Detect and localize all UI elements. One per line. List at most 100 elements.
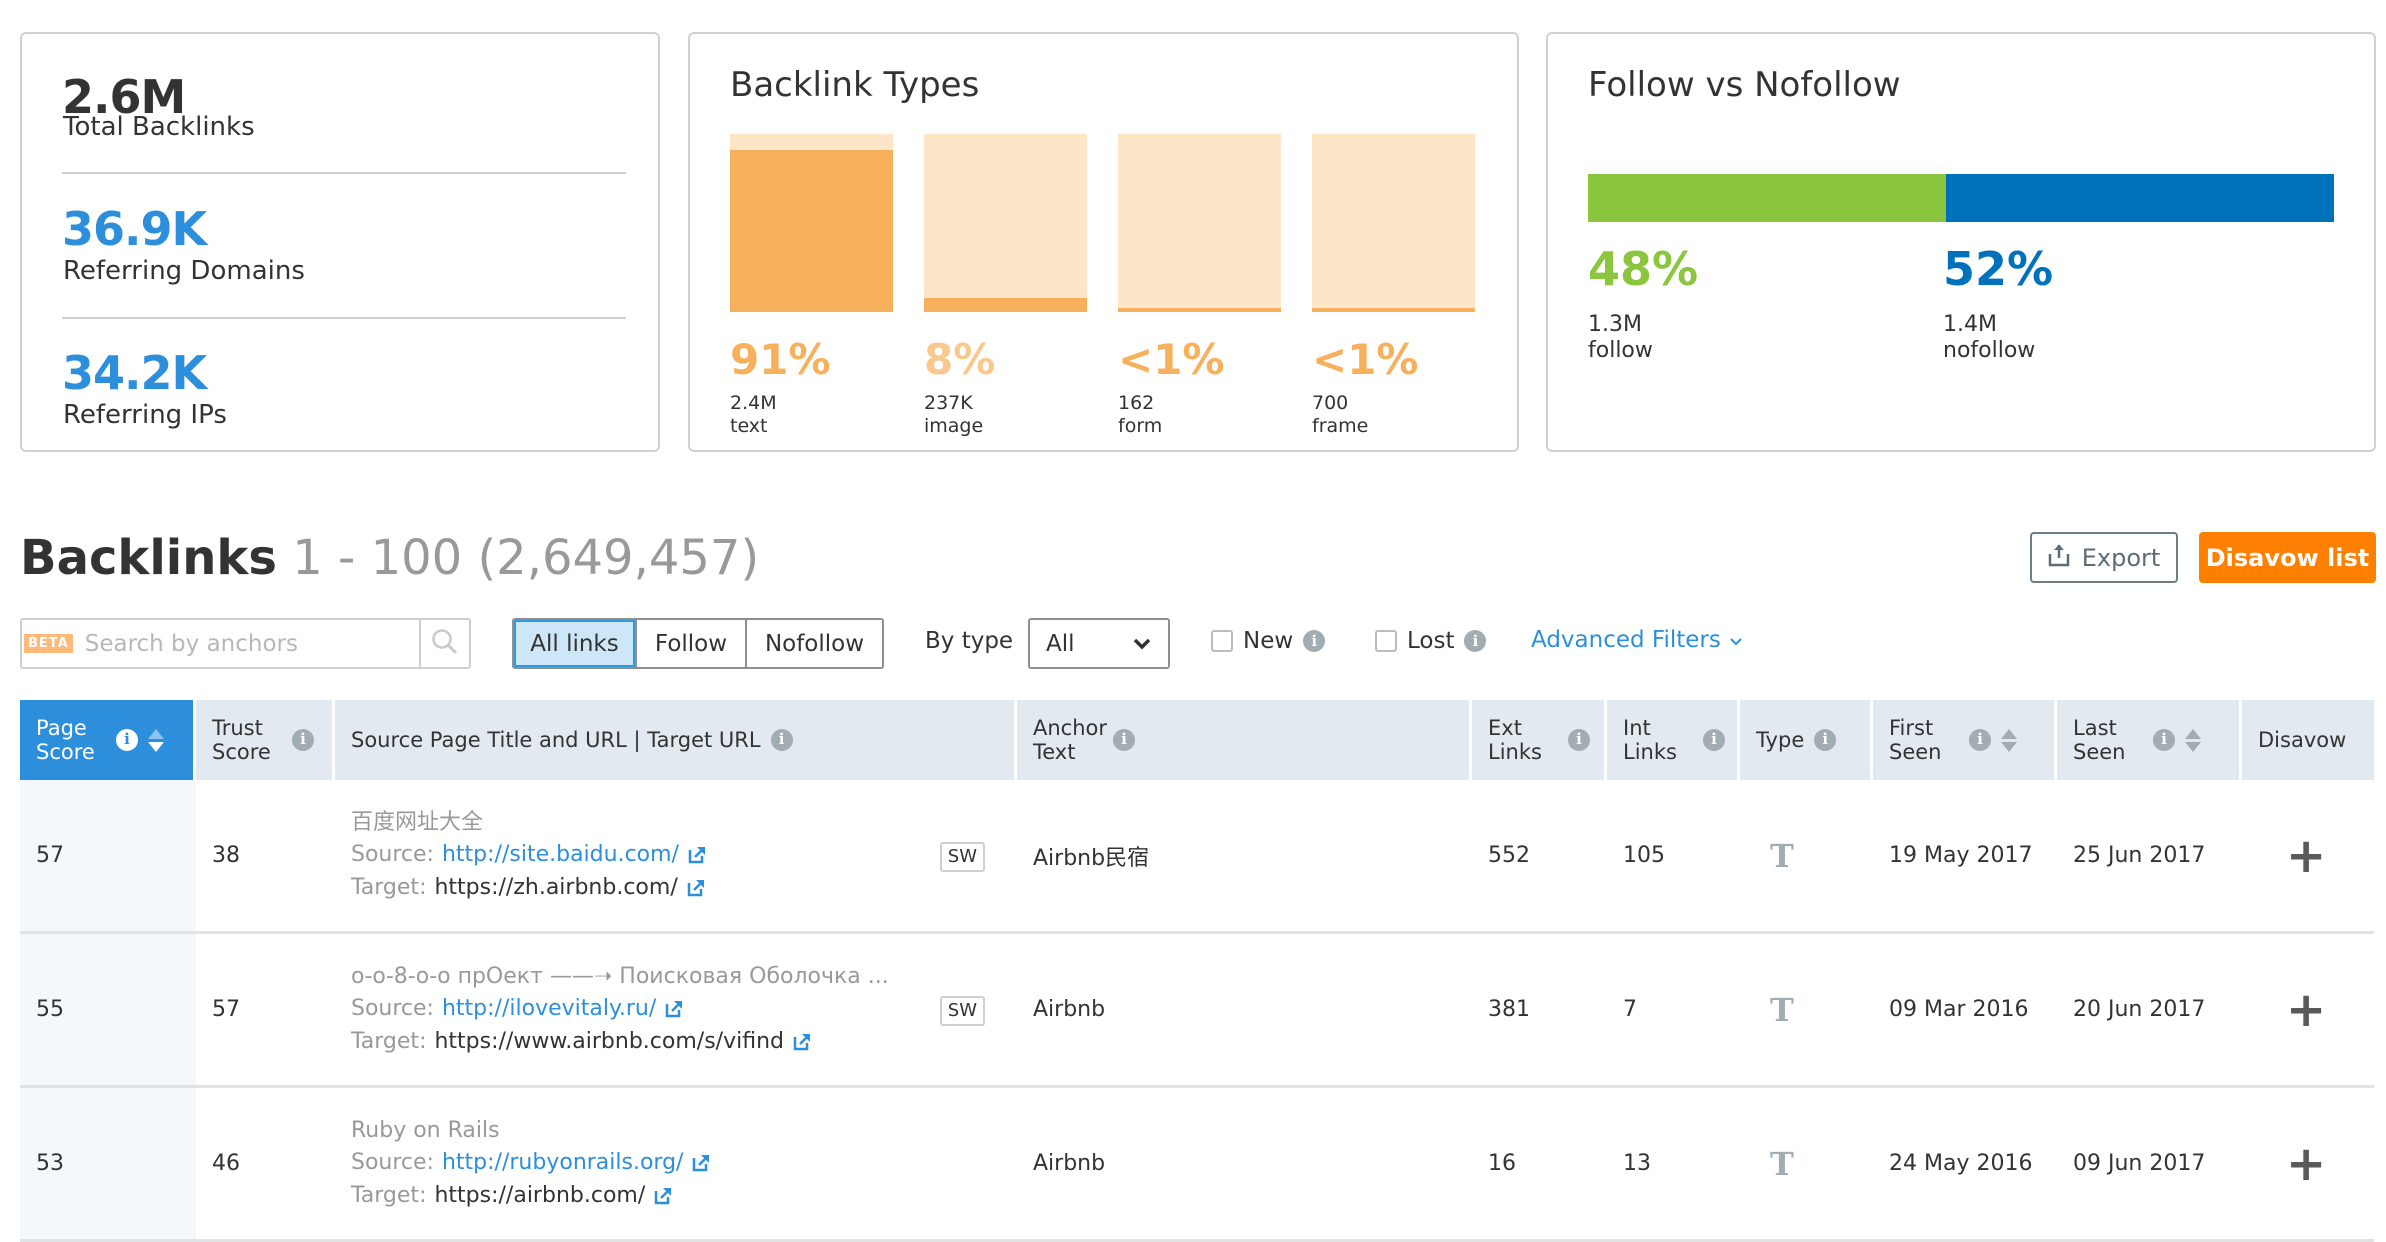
disavow-list-button[interactable]: Disavow list [2199, 532, 2376, 583]
advanced-filters-label: Advanced Filters [1531, 627, 1721, 653]
external-link-icon[interactable] [792, 1032, 812, 1052]
sw-badge[interactable]: SW [939, 842, 985, 872]
referring-domains-value[interactable]: 36.9K [62, 206, 207, 252]
type-bar-fill [730, 150, 893, 312]
follow-count: 1.3M [1588, 312, 1642, 337]
external-link-icon[interactable] [686, 878, 706, 898]
type-bar-track [1118, 134, 1281, 312]
follow-stat: 48% 1.3M follow [1588, 246, 1698, 365]
by-type-select[interactable]: All [1028, 618, 1170, 669]
source-url-link[interactable]: http://site.baidu.com/ [442, 842, 679, 868]
follow-vs-nofollow-card: Follow vs Nofollow 48% 1.3M follow 52% 1… [1546, 32, 2376, 452]
page-score-cell: 53 [20, 1088, 196, 1239]
type-count: 237K [924, 392, 973, 414]
column-label: Int Links [1623, 715, 1677, 764]
column-label: Disavow [2258, 727, 2347, 752]
last-seen-cell: 09 Jun 2017 [2073, 1151, 2206, 1176]
target-label: Target: [351, 1182, 427, 1208]
divider [62, 172, 626, 174]
info-icon[interactable]: i [292, 729, 314, 751]
first-seen-cell: 09 Mar 2016 [1889, 997, 2029, 1022]
info-icon[interactable]: i [1703, 729, 1725, 751]
filter-follow[interactable]: Follow [635, 620, 745, 667]
first-seen-cell: 24 May 2016 [1889, 1151, 2033, 1176]
source-page-title: 百度网址大全 [351, 809, 484, 835]
divider [62, 317, 626, 319]
plus-icon[interactable]: + [2286, 832, 2326, 880]
search-input[interactable] [72, 630, 419, 657]
external-link-icon[interactable] [664, 999, 684, 1019]
backlinks-range: 1 - 100 (2,649,457) [292, 530, 760, 586]
disavow-cell: + [2242, 780, 2374, 931]
info-icon[interactable]: i [1568, 729, 1590, 751]
int-links-cell: 7 [1623, 997, 1637, 1022]
new-filter: New i [1211, 628, 1326, 654]
new-label[interactable]: New [1243, 628, 1293, 654]
info-icon[interactable]: i [2153, 729, 2175, 751]
column-header-first-seen[interactable]: First Seen i [1873, 700, 2057, 780]
info-icon[interactable]: i [116, 729, 138, 751]
nofollow-label: nofollow [1943, 338, 2036, 364]
column-label: Source Page Title and URL | Target URL [351, 727, 761, 752]
trust-score-cell: 38 [212, 843, 240, 868]
new-checkbox[interactable] [1211, 630, 1233, 652]
info-icon[interactable]: i [1969, 729, 1991, 751]
text-type-icon: T [1770, 990, 1794, 1029]
sw-badge[interactable]: SW [939, 996, 985, 1026]
last-seen-cell: 25 Jun 2017 [2073, 843, 2206, 868]
lost-filter: Lost i [1375, 628, 1487, 654]
info-icon[interactable]: i [1464, 630, 1487, 652]
target-url-link[interactable]: https://www.airbnb.com/s/vifind [434, 1029, 784, 1055]
external-link-icon[interactable] [653, 1186, 673, 1206]
external-link-icon[interactable] [687, 845, 707, 865]
sort-arrows-icon[interactable] [148, 728, 164, 752]
referring-ips-value[interactable]: 34.2K [62, 350, 207, 396]
table-row: 53 46 Ruby on Rails Source: http://rubyonrai… [20, 1088, 2374, 1242]
source-label: Source: [351, 842, 434, 868]
type-bar-track [1312, 134, 1475, 312]
type-percent: 8% [924, 335, 996, 384]
follow-bar-segment[interactable] [1588, 174, 1947, 222]
info-icon[interactable]: i [1814, 729, 1837, 751]
sort-arrows-icon[interactable] [2001, 728, 2017, 752]
lost-label[interactable]: Lost [1407, 628, 1454, 654]
advanced-filters-toggle[interactable]: Advanced Filters [1531, 627, 1743, 653]
chevron-down-icon [1729, 627, 1743, 653]
export-button[interactable]: Export [2030, 532, 2178, 583]
filter-nofollow[interactable]: Nofollow [745, 620, 882, 667]
column-label: Anchor Text [1033, 715, 1108, 764]
info-icon[interactable]: i [1113, 729, 1135, 751]
column-header-page-score[interactable]: Page Score i [20, 700, 196, 780]
type-cell: T [1740, 934, 1873, 1085]
source-cell: о-о-8-о-о прОект ——➝ Поисковая Оболочка … [335, 934, 1017, 1085]
source-url-link[interactable]: http://ilovevitaly.ru/ [442, 996, 656, 1022]
lost-checkbox[interactable] [1375, 630, 1397, 652]
plus-icon[interactable]: + [2286, 986, 2326, 1034]
column-label: Last Seen [2073, 715, 2126, 764]
anchor-search: BETA [20, 618, 471, 669]
source-cell: Ruby on Rails Source: http://rubyonrails.o… [335, 1088, 1017, 1239]
plus-icon[interactable]: + [2286, 1140, 2326, 1188]
source-url-link[interactable]: http://rubyonrails.org/ [442, 1150, 683, 1176]
external-link-icon[interactable] [691, 1153, 711, 1173]
type-count: 2.4M [730, 392, 777, 414]
info-icon[interactable]: i [1303, 630, 1326, 652]
ext-links-cell: 381 [1488, 997, 1530, 1022]
type-count: 700 [1312, 392, 1349, 414]
column-label: Trust Score [212, 715, 271, 764]
nofollow-bar-segment[interactable] [1946, 174, 2334, 222]
target-url-link[interactable]: https://airbnb.com/ [434, 1183, 645, 1209]
search-button[interactable] [419, 620, 469, 667]
sort-arrows-icon[interactable] [2185, 728, 2201, 752]
column-header-anchor: Anchor Text i [1017, 700, 1472, 780]
first-seen-cell: 19 May 2017 [1889, 843, 2033, 868]
summary-card: 2.6M Total Backlinks 36.9K Referring Dom… [20, 32, 660, 452]
text-type-icon: T [1770, 836, 1794, 875]
info-icon[interactable]: i [770, 729, 793, 751]
disavow-cell: + [2242, 934, 2374, 1085]
target-url-link[interactable]: https://zh.airbnb.com/ [434, 875, 677, 901]
filter-all-links[interactable]: All links [514, 620, 635, 667]
column-header-last-seen[interactable]: Last Seen i [2057, 700, 2242, 780]
type-cell: T [1740, 1088, 1873, 1239]
column-header-ext-links: Ext Links i [1472, 700, 1607, 780]
